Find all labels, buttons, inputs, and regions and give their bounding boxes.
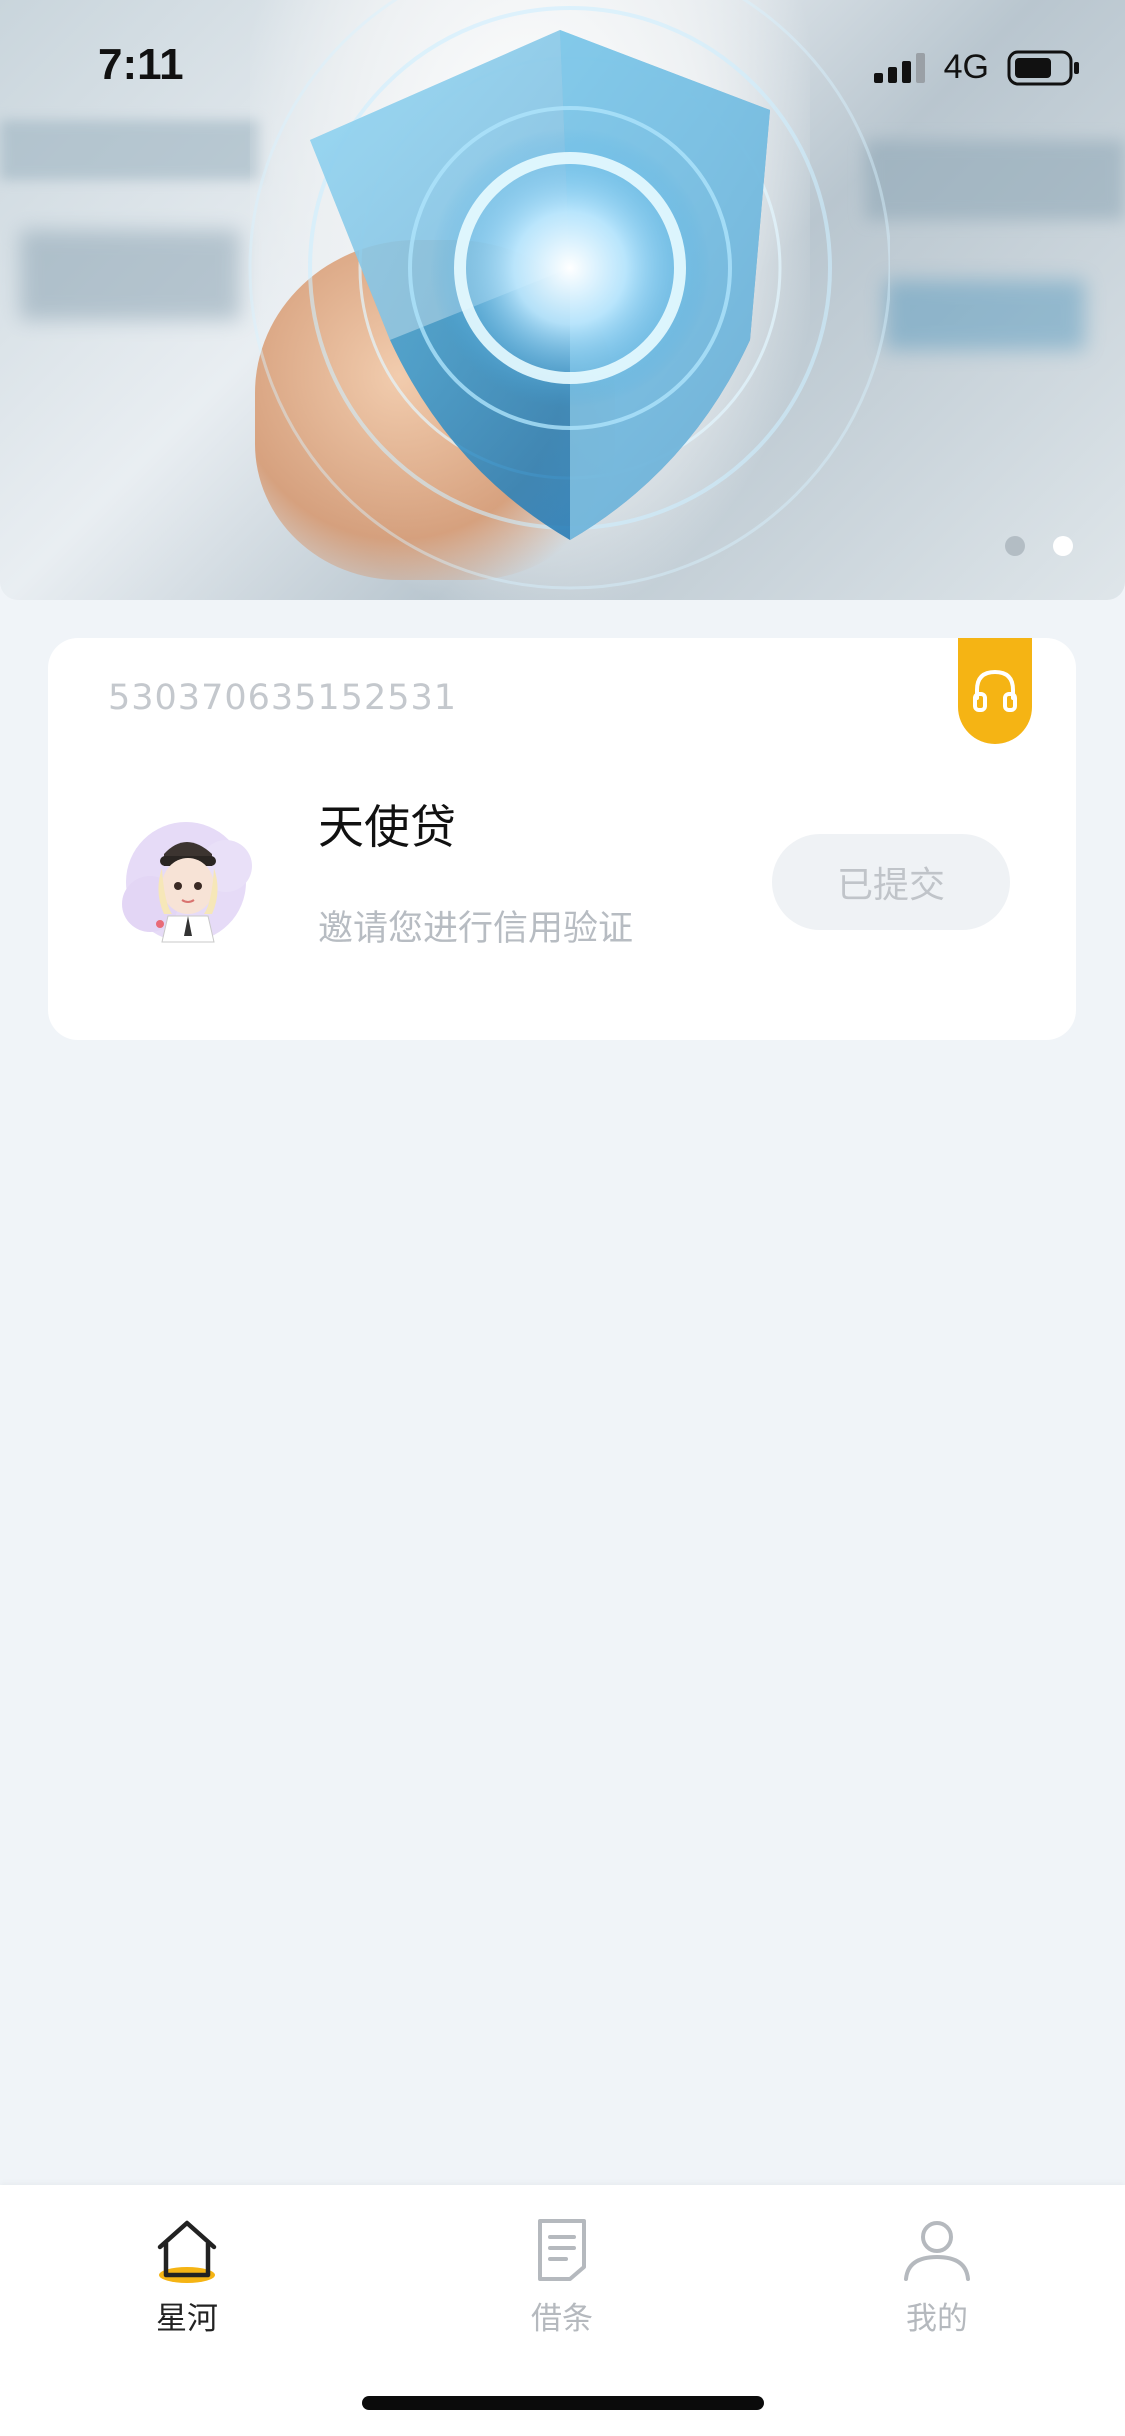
- tab-home-label: 星河: [156, 2301, 218, 2337]
- status-indicators: 4G: [873, 48, 1081, 87]
- customer-service-button[interactable]: [958, 638, 1032, 744]
- carousel-dot[interactable]: [1005, 536, 1025, 556]
- carousel-indicator: [1005, 536, 1073, 556]
- avatar: [122, 822, 252, 943]
- lender-title: 天使贷: [318, 800, 456, 854]
- network-type: 4G: [943, 48, 989, 86]
- banner-bg-shape: [885, 280, 1085, 350]
- lender-subtitle: 邀请您进行信用验证: [318, 909, 634, 949]
- carousel-dot-active[interactable]: [1053, 536, 1073, 556]
- app-screen: 7:11 4G 530370635152531 天使贷 邀请您进行信用验证 已提…: [0, 0, 1125, 2436]
- submitted-status-button[interactable]: 已提交: [772, 834, 1010, 930]
- card-id-number: 530370635152531: [108, 678, 458, 718]
- status-time: 7:11: [98, 40, 184, 89]
- credit-verification-card[interactable]: 530370635152531 天使贷 邀请您进行信用验证 已提交: [48, 638, 1076, 1040]
- banner-bg-shape: [20, 230, 240, 320]
- banner-bg-shape: [0, 120, 260, 180]
- tab-profile[interactable]: 我的: [847, 2213, 1027, 2338]
- tab-loans[interactable]: 借条: [472, 2213, 652, 2338]
- banner-bg-shape: [865, 140, 1125, 220]
- banner-carousel[interactable]: [0, 0, 1125, 600]
- tab-home[interactable]: 星河: [97, 2213, 277, 2338]
- battery-icon: [1007, 50, 1079, 85]
- person-icon: [904, 2221, 970, 2281]
- home-icon: [157, 2220, 217, 2283]
- headset-icon: [973, 669, 1017, 712]
- home-indicator[interactable]: [362, 2396, 764, 2410]
- security-shield-icon: [248, 0, 890, 590]
- tab-profile-label: 我的: [906, 2301, 968, 2337]
- tab-loans-label: 借条: [531, 2301, 593, 2337]
- document-icon: [538, 2219, 586, 2281]
- signal-icon: [873, 52, 925, 83]
